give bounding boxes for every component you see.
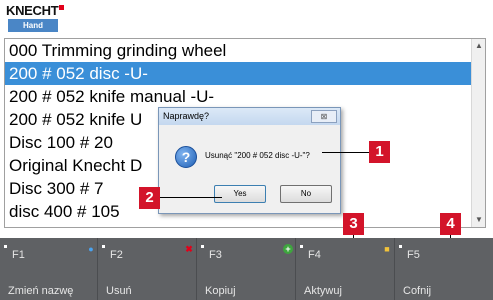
callout-2-line [160, 197, 222, 198]
callout-1: 1 [369, 141, 390, 163]
key-marker [399, 245, 402, 248]
f5-undo-button[interactable]: F5 Cofnij [395, 238, 493, 300]
delete-x-icon: ✖ [185, 244, 193, 254]
key-marker [102, 245, 105, 248]
brand-dot [59, 5, 64, 10]
key-marker [300, 245, 303, 248]
fkey-label: Usuń [106, 285, 132, 297]
scroll-down-icon[interactable]: ▼ [472, 213, 485, 227]
fkey-code: F5 [407, 249, 420, 261]
fkey-label: Cofnij [403, 285, 432, 297]
f1-rename-button[interactable]: F1 ● Zmień nazwę [0, 238, 98, 300]
list-item[interactable]: 200 # 052 knife manual -U- [5, 85, 485, 108]
brand-name: KNECHT [6, 3, 59, 18]
callout-3: 3 [343, 213, 364, 235]
fkey-code: F4 [308, 249, 321, 261]
fkey-code: F1 [12, 249, 25, 261]
scroll-up-icon[interactable]: ▲ [472, 39, 485, 53]
close-icon[interactable]: ⊠ [311, 110, 337, 123]
list-scrollbar[interactable]: ▲ ▼ [471, 39, 485, 227]
no-button[interactable]: No [280, 185, 332, 203]
callout-4: 4 [440, 213, 461, 235]
list-item-selected[interactable]: 200 # 052 disc -U- [5, 62, 485, 85]
function-key-bar: F1 ● Zmień nazwę F2 ✖ Usuń F3 + Kopiuj F… [0, 238, 493, 300]
app-header: KNECHT Hand [0, 0, 493, 38]
f2-delete-button[interactable]: F2 ✖ Usuń [98, 238, 197, 300]
fkey-label: Zmień nazwę [8, 285, 74, 297]
question-icon: ? [175, 146, 197, 168]
knecht-logo: KNECHT Hand [6, 3, 68, 33]
dialog-message: Usunąć "200 # 052 disc -U-"? [205, 151, 310, 160]
key-marker [4, 245, 7, 248]
activate-icon: ■ [384, 244, 390, 254]
yes-button[interactable]: Yes [214, 185, 266, 203]
fkey-code: F2 [110, 249, 123, 261]
fkey-label: Kopiuj [205, 285, 236, 297]
callout-2: 2 [139, 187, 160, 209]
mode-badge: Hand [8, 19, 58, 32]
callout-1-line [322, 152, 370, 153]
fkey-code: F3 [209, 249, 222, 261]
list-item[interactable]: 000 Trimming grinding wheel [5, 39, 485, 62]
info-icon: ● [88, 244, 94, 254]
f3-copy-button[interactable]: F3 + Kopiuj [197, 238, 296, 300]
key-marker [201, 245, 204, 248]
add-plus-icon: + [283, 244, 293, 254]
f4-activate-button[interactable]: F4 ■ Aktywuj [296, 238, 395, 300]
fkey-label: Aktywuj [304, 285, 342, 297]
